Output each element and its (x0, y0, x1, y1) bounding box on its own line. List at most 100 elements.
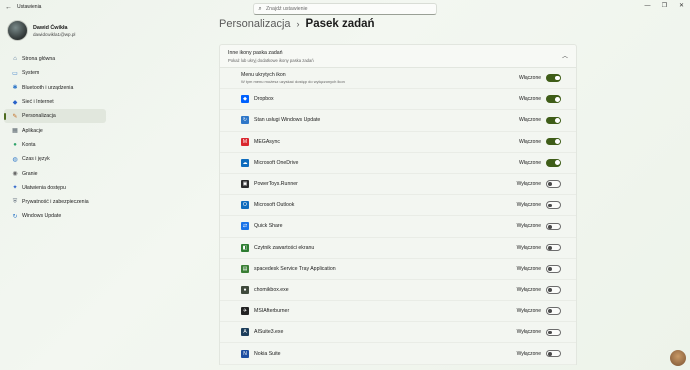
sidebar-item-bluetooth[interactable]: ✱ Bluetooth i urządzenia (4, 81, 106, 95)
hidden-icons-menu-description: W tym menu możesz uzyskać dostęp do wyłą… (241, 79, 345, 85)
sidebar-item-wifi[interactable]: ◆ Sieć i Internet (4, 95, 106, 109)
app-name: Nokia Suite (254, 350, 281, 357)
nokia-icon: N (241, 349, 249, 358)
sidebar-item-label: Czas i język (22, 156, 50, 163)
toggle-state-label: Wyłączone (516, 244, 541, 251)
app-name: PowerToys.Runner (254, 181, 298, 188)
sidebar-item-label: Granie (22, 170, 38, 177)
toggle-switch[interactable] (546, 201, 561, 210)
toggle-switch[interactable] (546, 116, 561, 125)
sidebar-item-person[interactable]: ● Konta (4, 138, 106, 152)
search-input[interactable] (266, 6, 426, 12)
toggle-state-label: Włączone (519, 138, 541, 145)
toggle-state-label: Włączone (519, 159, 541, 166)
toggle-switch[interactable] (546, 243, 561, 252)
sidebar-item-label: System (22, 70, 40, 77)
sidebar-item-brush[interactable]: ✎ Personalizacja (4, 109, 106, 124)
sidebar-item-globe[interactable]: ◍ Czas i język (4, 152, 106, 166)
spacedesk-icon: ▤ (241, 264, 249, 273)
mega-icon: M (241, 137, 249, 146)
search-box[interactable]: ⌕ (253, 3, 437, 15)
sidebar-item-apps[interactable]: ▦ Aplikacje (4, 123, 106, 137)
app-name: chomikbox.exe (254, 286, 289, 293)
toggle-switch[interactable] (546, 95, 561, 104)
globe-icon: ◍ (12, 156, 18, 163)
list-item: ⇄ Quick Share Wyłączone (220, 216, 576, 238)
hidden-icons-menu-toggle[interactable] (546, 74, 561, 82)
apps-icon: ▦ (12, 128, 18, 135)
maximize-icon[interactable]: ❐ (656, 0, 673, 12)
dropbox-icon: ◆ (241, 95, 249, 104)
toggle-switch[interactable] (546, 137, 561, 146)
toggle-switch[interactable] (546, 222, 561, 231)
toggle-switch[interactable] (546, 286, 561, 294)
sidebar-item-label: Sieć i Internet (22, 99, 54, 106)
sidebar-item-monitor[interactable]: ▭ System (4, 66, 106, 80)
toggle-state-label: Wyłączone (516, 308, 541, 315)
toggle-state-label: Wyłączone (516, 202, 541, 209)
app-name: AISuite3.exe (254, 329, 284, 336)
toggle-state-label: Wyłączone (516, 223, 541, 230)
wifi-icon: ◆ (12, 99, 18, 106)
chevron-up-icon[interactable]: ︿ (562, 51, 568, 60)
list-item: ↻ Stan usługi Windows Update Włączone (220, 110, 576, 132)
toggle-switch[interactable] (546, 159, 561, 167)
toggle-switch[interactable] (546, 264, 561, 273)
outlook-icon: O (241, 201, 249, 210)
app-name: spacedesk Service Tray Application (254, 265, 336, 272)
sidebar-item-label: Bluetooth i urządzenia (22, 84, 74, 91)
toggle-switch[interactable] (546, 328, 561, 337)
bluetooth-icon: ✱ (12, 85, 18, 92)
minimize-icon[interactable]: — (639, 0, 656, 12)
breadcrumb-parent[interactable]: Personalizacja (219, 18, 291, 30)
sidebar-item-label: Ułatwienia dostępu (22, 184, 66, 191)
sidebar-item-update[interactable]: ↻ Windows Update (4, 209, 106, 223)
section-header-other-icons[interactable]: Inne ikony paska zadań Pokaż lub ukryj d… (219, 44, 577, 68)
page-title: Pasek zadań (305, 18, 375, 30)
sidebar-item-gamepad[interactable]: ◉ Granie (4, 166, 106, 180)
user-name: Dawid Ćwikła (33, 24, 68, 31)
toggle-state-label: Włączone (519, 96, 541, 103)
section-subtitle: Pokaż lub ukryj dodatkowe ikony paska za… (228, 58, 314, 63)
sidebar-item-home[interactable]: ⌂ Strona główna (4, 52, 106, 66)
shield-icon: ⛨ (12, 198, 18, 205)
toggle-state-label: Wyłączone (516, 265, 541, 272)
quickshare-icon: ⇄ (241, 222, 249, 231)
user-profile[interactable]: Dawid Ćwikła dawidcwikla1@wp.pl (7, 20, 75, 41)
sidebar-item-label: Personalizacja (22, 113, 56, 120)
afterburner-icon: ✈ (241, 307, 249, 316)
close-icon[interactable]: ✕ (673, 0, 690, 12)
person-icon: ● (13, 141, 17, 148)
toggle-state-label: Włączone (519, 75, 541, 82)
sidebar-item-label: Aplikacje (22, 127, 43, 134)
app-name: MSIAfterburner (254, 308, 290, 315)
update-icon: ↻ (241, 116, 249, 125)
chomikbox-icon: ● (241, 285, 249, 294)
back-arrow-icon[interactable]: ← (5, 4, 15, 11)
sidebar-item-shield[interactable]: ⛨ Prywatność i zabezpieczenia (4, 195, 106, 209)
brush-icon: ✎ (12, 113, 18, 120)
toggle-switch[interactable] (546, 307, 561, 315)
list-item: A AISuite3.exe Wyłączone (220, 322, 576, 344)
hidden-icons-menu-label: Menu ukrytych ikon (241, 72, 286, 79)
list-item: ◆ Dropbox Włączone (220, 89, 576, 111)
gamepad-icon: ◉ (12, 171, 18, 178)
app-name: Quick Share (254, 223, 283, 230)
avatar (7, 20, 28, 41)
toggle-switch[interactable] (546, 349, 561, 358)
sidebar-item-label: Prywatność i zabezpieczenia (22, 199, 89, 206)
toggle-state-label: Wyłączone (516, 181, 541, 188)
monitor-icon: ▭ (12, 70, 18, 77)
app-name: Stan usługi Windows Update (254, 117, 321, 124)
taskbar-mascot-icon[interactable] (670, 350, 686, 366)
toggle-state-label: Wyłączone (516, 329, 541, 336)
app-name: Microsoft OneDrive (254, 159, 299, 166)
accessibility-icon: ✦ (12, 185, 18, 192)
list-item: ◧ Czytnik zawartości ekranu Wyłączone (220, 238, 576, 259)
section-title: Inne ikony paska zadań (228, 50, 283, 56)
taskbar-icons-panel: Inne ikony paska zadań Pokaż lub ukryj d… (219, 44, 577, 365)
sidebar-item-label: Strona główna (22, 56, 56, 63)
sidebar-item-accessibility[interactable]: ✦ Ułatwienia dostępu (4, 181, 106, 195)
list-item: ▣ PowerToys.Runner Wyłączone (220, 174, 576, 196)
toggle-switch[interactable] (546, 180, 561, 188)
